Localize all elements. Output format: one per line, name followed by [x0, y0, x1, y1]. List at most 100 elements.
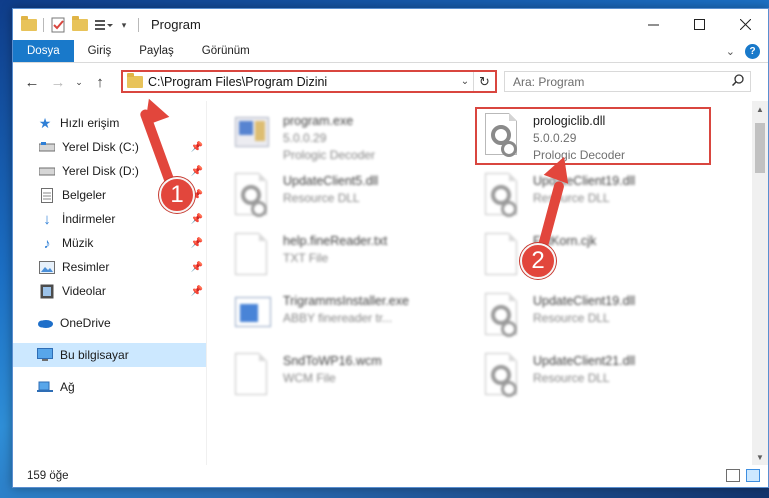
tab-view[interactable]: Görünüm: [188, 40, 264, 62]
file-item[interactable]: help.fineReader.txt TXT File: [231, 231, 471, 287]
close-button[interactable]: [722, 9, 768, 40]
setup-icon: [231, 291, 271, 337]
sidebar-item-label: OneDrive: [60, 316, 111, 330]
sidebar-item-network[interactable]: Ağ: [13, 375, 206, 399]
ribbon-right: ⌄ ?: [726, 40, 760, 63]
sidebar-item-pictures[interactable]: Resimler 📌: [13, 255, 206, 279]
file-name: UpdateClient21.dll: [533, 354, 636, 368]
navigation-bar: ← → ⌄ ↑ C:\Program Files\Program Dizini …: [13, 63, 768, 101]
scroll-thumb[interactable]: [755, 123, 765, 173]
sidebar-item-drive-c[interactable]: Yerel Disk (C:) 📌: [13, 135, 206, 159]
properties-icon[interactable]: [50, 17, 66, 33]
content-area: ★ Hızlı erişim Yerel Disk (C:) 📌 Yerel D…: [13, 101, 768, 465]
sidebar-item-label: Resimler: [62, 260, 110, 274]
sidebar-item-label: Yerel Disk (D:): [62, 164, 139, 178]
navigation-pane: ★ Hızlı erişim Yerel Disk (C:) 📌 Yerel D…: [13, 101, 207, 465]
file-item[interactable]: UpdateClient21.dll Resource DLL: [481, 351, 721, 407]
file-meta: TXT File: [283, 251, 329, 265]
file-list: program.exe 5.0.0.29 Prologic Decoder prol…: [207, 101, 768, 465]
file-meta: ABBY finereader tr...: [283, 311, 393, 325]
folder-icon: [21, 15, 37, 33]
network-icon: [37, 379, 53, 395]
address-path[interactable]: C:\Program Files\Program Dizini: [148, 75, 457, 89]
file-item[interactable]: UpdateClient19.dll Resource DLL: [481, 171, 721, 227]
search-icon[interactable]: [731, 74, 744, 89]
help-icon[interactable]: ?: [745, 44, 760, 59]
file-icon: [481, 231, 521, 277]
pin-icon: 📌: [190, 261, 203, 273]
file-item[interactable]: UpdateClient5.dll Resource DLL: [231, 171, 471, 227]
tab-home[interactable]: Giriş: [74, 40, 126, 62]
chevron-down-icon[interactable]: ⌄: [457, 76, 473, 87]
search-input[interactable]: Ara: Program: [504, 71, 751, 92]
file-item[interactable]: program.exe 5.0.0.29 Prologic Decoder: [231, 111, 471, 167]
file-name: help.fineReader.txt: [283, 234, 388, 248]
star-icon: ★: [38, 114, 52, 131]
quick-access-toolbar: ▾ Program: [13, 9, 201, 40]
separator: [138, 17, 139, 32]
text-file-icon: [231, 231, 271, 277]
view-toggle: [726, 469, 760, 482]
sidebar-item-onedrive[interactable]: OneDrive: [13, 311, 206, 335]
title-bar: ▾ Program: [13, 9, 768, 40]
sidebar-item-label: Müzik: [62, 236, 94, 250]
file-meta: Resource DLL: [533, 311, 610, 325]
file-name: UpdateClient19.dll: [533, 294, 636, 308]
expand-ribbon-icon[interactable]: ⌄: [726, 45, 735, 58]
file-meta: Prologic Decoder: [283, 148, 376, 162]
pin-icon: 📌: [190, 213, 203, 225]
file-name: UpdateClient5.dll: [283, 174, 379, 188]
tab-file[interactable]: Dosya: [13, 40, 74, 62]
file-name: program.exe: [283, 114, 354, 128]
drive-icon: [39, 139, 55, 155]
maximize-button[interactable]: [676, 9, 722, 40]
sidebar-item-label: Ağ: [60, 380, 75, 394]
file-item[interactable]: TrigrammsInstaller.exe ABBY finereader tr…: [231, 291, 471, 347]
pin-icon: 📌: [190, 285, 203, 297]
file-item[interactable]: SndToWP16.wcm WCM File: [231, 351, 471, 407]
recent-locations-icon[interactable]: ⌄: [73, 71, 85, 93]
exe-icon: [231, 111, 271, 157]
step-badge-2: 2: [520, 243, 556, 279]
file-item[interactable]: FntKorn.cjkFile: [481, 231, 721, 287]
minimize-button[interactable]: [630, 9, 676, 40]
details-view-icon[interactable]: [726, 469, 740, 482]
window-title: Program: [151, 17, 201, 32]
address-bar[interactable]: C:\Program Files\Program Dizini ⌄ ↻: [121, 70, 497, 93]
music-icon: ♪: [43, 235, 51, 251]
file-meta: Resource DLL: [533, 371, 610, 385]
pictures-icon: [39, 259, 55, 275]
forward-arrow-icon[interactable]: →: [47, 71, 69, 93]
highlight-box: [475, 107, 711, 165]
pin-icon: 📌: [190, 237, 203, 249]
sidebar-item-quick-access[interactable]: ★ Hızlı erişim: [13, 111, 206, 135]
documents-icon: [39, 187, 55, 203]
tiles-view-icon[interactable]: [746, 469, 760, 482]
back-arrow-icon[interactable]: ←: [21, 71, 43, 93]
sidebar-item-music[interactable]: ♪ Müzik 📌: [13, 231, 206, 255]
sidebar-item-label: Videolar: [62, 284, 106, 298]
pin-icon: 📌: [190, 165, 203, 177]
dll-icon: [481, 291, 521, 337]
file-meta: Resource DLL: [283, 191, 360, 205]
dll-icon: [481, 171, 521, 217]
up-arrow-icon[interactable]: ↑: [89, 71, 111, 93]
item-count: 159 öğe: [27, 470, 69, 482]
customize-icon[interactable]: [94, 17, 113, 33]
tab-share[interactable]: Paylaş: [125, 40, 188, 62]
sidebar-item-label: Bu bilgisayar: [60, 348, 129, 362]
separator: [43, 17, 44, 32]
sidebar-item-label: Hızlı erişim: [60, 116, 120, 130]
scroll-down-icon[interactable]: ▼: [752, 449, 768, 465]
vertical-scrollbar[interactable]: ▲ ▼: [752, 101, 768, 465]
sidebar-item-this-pc[interactable]: Bu bilgisayar: [13, 343, 206, 367]
step-badge-1: 1: [159, 177, 195, 213]
folder-icon: [127, 72, 143, 88]
scroll-up-icon[interactable]: ▲: [752, 101, 768, 117]
new-folder-icon[interactable]: [72, 15, 88, 33]
sidebar-item-videos[interactable]: Videolar 📌: [13, 279, 206, 303]
refresh-icon[interactable]: ↻: [473, 72, 495, 91]
search-placeholder: Ara: Program: [513, 74, 585, 89]
file-item[interactable]: UpdateClient19.dll Resource DLL: [481, 291, 721, 347]
chevron-down-icon[interactable]: ▾: [116, 17, 132, 33]
